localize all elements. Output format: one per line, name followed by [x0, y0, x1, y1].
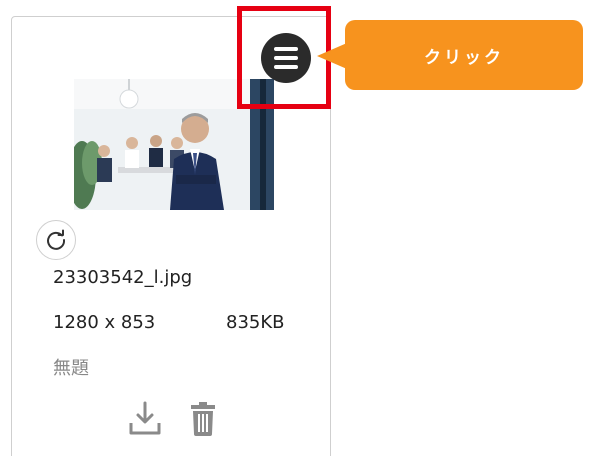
image-title: 無題 [53, 358, 89, 379]
image-dimensions: 1280 x 853 [53, 312, 156, 333]
screenshot-stage: クリック 23303542_l.jpg 1280 x 853 835KB 無題 [0, 0, 591, 456]
menu-icon [274, 47, 298, 51]
click-callout: クリック [345, 20, 583, 90]
refresh-icon [47, 229, 66, 250]
delete-button[interactable] [190, 401, 216, 441]
download-icon [129, 401, 161, 435]
menu-button[interactable] [261, 33, 311, 83]
file-size: 835KB [226, 312, 285, 333]
callout-text: クリック [424, 47, 504, 68]
trash-icon [191, 402, 215, 436]
image-thumbnail[interactable] [74, 79, 274, 210]
callout-pointer [317, 43, 347, 69]
download-button[interactable] [128, 401, 162, 441]
file-name: 23303542_l.jpg [53, 267, 193, 288]
menu-icon-bar-middle [274, 56, 298, 60]
menu-icon-bar-bottom [274, 65, 298, 69]
refresh-button[interactable] [36, 220, 76, 260]
thumbnail-photo [74, 79, 274, 210]
